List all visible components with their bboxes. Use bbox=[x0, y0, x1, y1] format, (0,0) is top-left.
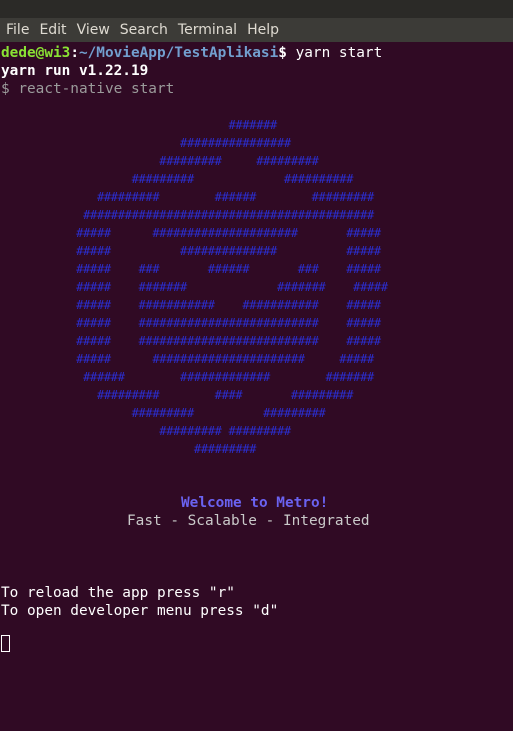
menu-edit[interactable]: Edit bbox=[35, 22, 70, 38]
welcome-subtitle-text: Fast - Scalable - Integrated bbox=[127, 513, 370, 529]
welcome-title: Welcome to Metro! bbox=[181, 494, 328, 512]
logo-line: ###### ############# ####### bbox=[0, 370, 374, 384]
welcome-subtitle: Fast - Scalable - Integrated bbox=[127, 512, 370, 530]
script-line: $ react-native start bbox=[1, 81, 175, 97]
yarn-version-line: yarn run v1.22.19 bbox=[1, 63, 149, 79]
logo-line: ##### ########################## ##### bbox=[0, 316, 381, 330]
logo-line: ##### ############## ##### bbox=[0, 244, 381, 258]
logo-line: ######### ######### bbox=[0, 406, 326, 420]
terminal-cursor bbox=[1, 635, 10, 652]
menu-view[interactable]: View bbox=[73, 22, 114, 38]
typed-command: yarn start bbox=[295, 45, 383, 61]
menu-bar: File Edit View Search Terminal Help bbox=[0, 18, 513, 42]
menu-terminal[interactable]: Terminal bbox=[174, 22, 241, 38]
logo-line: ######### ###### ######### bbox=[0, 190, 374, 204]
window-top-strip bbox=[0, 0, 513, 18]
hint-devmenu: To open developer menu press "d" bbox=[1, 603, 279, 619]
logo-line: ##### ########### ########### ##### bbox=[0, 298, 381, 312]
logo-line: ##### ##################### ##### bbox=[0, 226, 381, 240]
logo-line: ################ bbox=[0, 136, 291, 150]
logo-line: ##### ### ###### ### ##### bbox=[0, 262, 381, 276]
prompt-user: dede@wi3 bbox=[1, 45, 71, 61]
terminal-output[interactable]: dede@wi3:~/MovieApp/TestAplikasi$ yarn s… bbox=[0, 42, 513, 731]
menu-file[interactable]: File bbox=[2, 22, 33, 38]
menu-search[interactable]: Search bbox=[116, 22, 172, 38]
welcome-title-text: Welcome to Metro! bbox=[181, 495, 329, 511]
logo-line: ######### ######### bbox=[0, 154, 319, 168]
hint-reload: To reload the app press "r" bbox=[1, 585, 235, 601]
logo-line: ####### bbox=[0, 118, 278, 132]
logo-line: ######### ######### bbox=[0, 424, 291, 438]
logo-line: ######### ########## bbox=[0, 172, 354, 186]
prompt-path: ~/MovieApp/TestAplikasi bbox=[78, 45, 279, 61]
logo-line: ######### bbox=[0, 442, 257, 456]
prompt-symbol: $ bbox=[278, 45, 296, 61]
logo-line: ########################################… bbox=[0, 208, 374, 222]
menu-help[interactable]: Help bbox=[243, 22, 283, 38]
prompt-line: dede@wi3:~/MovieApp/TestAplikasi$ yarn s… bbox=[1, 44, 382, 62]
logo-line: ##### ###################### ##### bbox=[0, 352, 374, 366]
prompt-separator: : bbox=[70, 45, 79, 61]
logo-line: ######### #### ######### bbox=[0, 388, 354, 402]
logo-line: ##### ####### ####### ##### bbox=[0, 280, 388, 294]
logo-line: ##### ########################## ##### bbox=[0, 334, 381, 348]
